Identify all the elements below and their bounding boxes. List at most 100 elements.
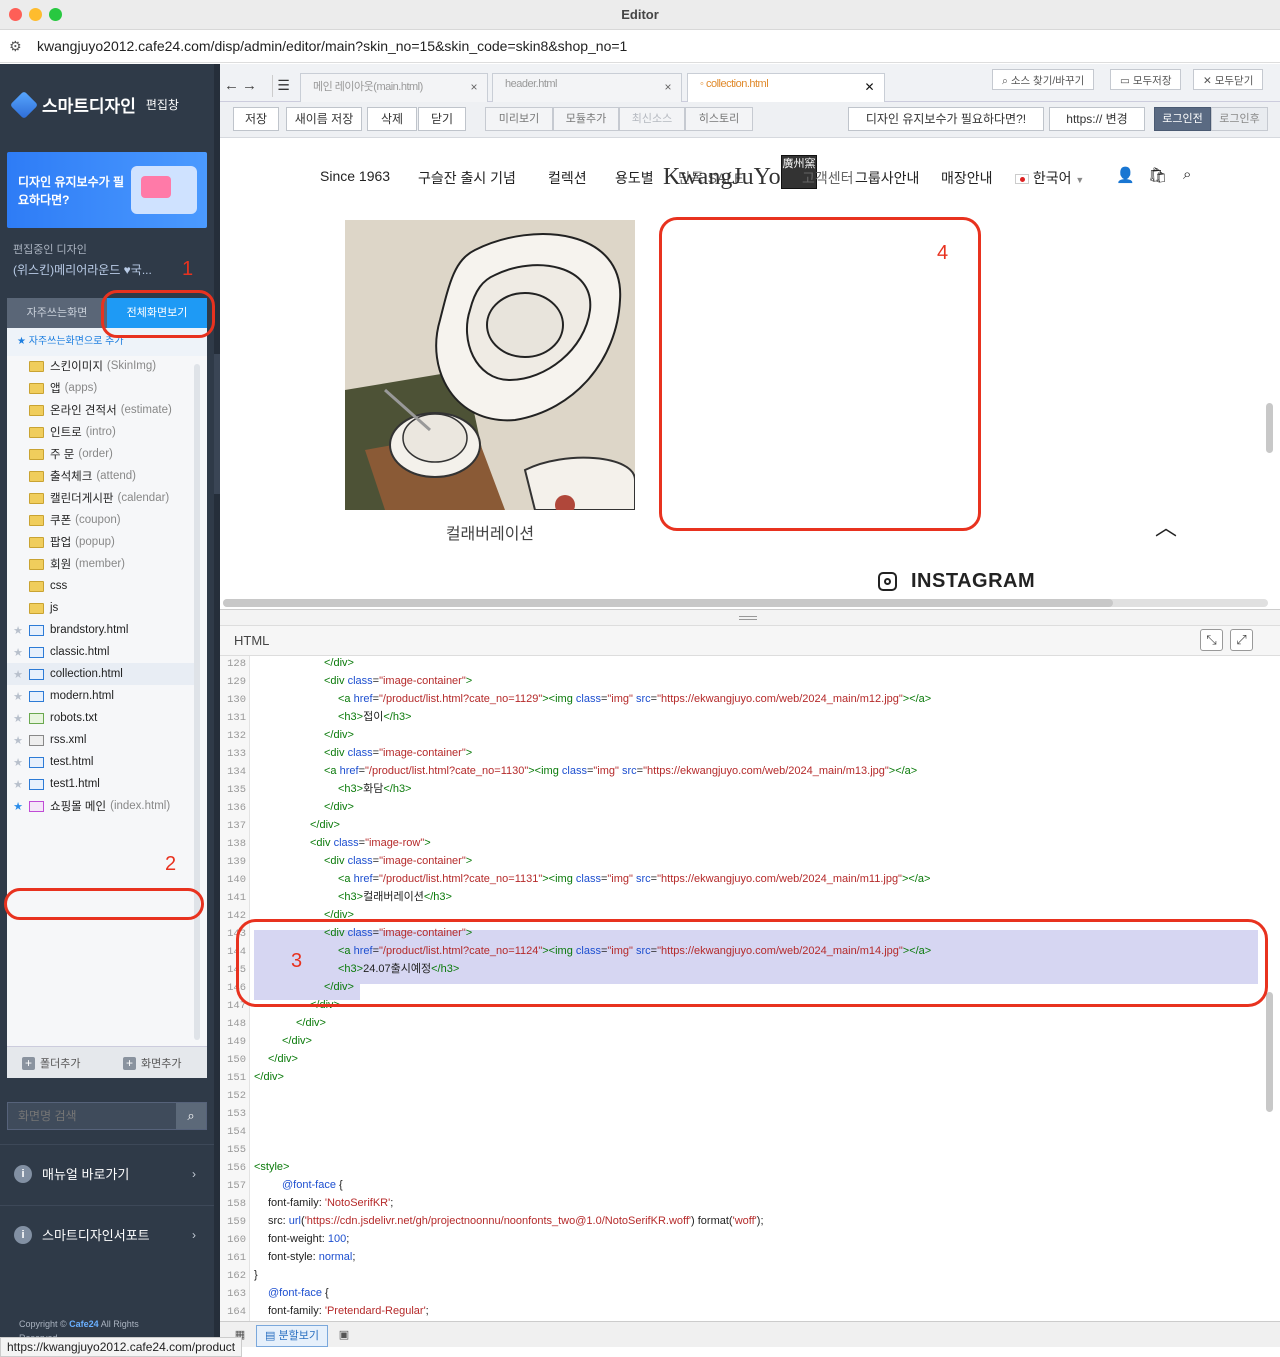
- file-item[interactable]: ★ classic.html: [7, 641, 197, 663]
- folder-item[interactable]: ★캘린더게시판(calendar): [7, 487, 197, 509]
- code-line[interactable]: <div class="image-container">: [324, 672, 472, 690]
- https-change-button[interactable]: https:// 변경: [1049, 107, 1145, 131]
- code-line[interactable]: </div>: [282, 1032, 312, 1050]
- code-line[interactable]: <h3>접이</h3>: [338, 708, 411, 726]
- folder-item[interactable]: ★스킨이미지(SkinImg): [7, 356, 197, 377]
- address-bar[interactable]: ⚙ kwangjuyo2012.cafe24.com/disp/admin/ed…: [0, 30, 1280, 63]
- code-line[interactable]: <style>: [254, 1158, 289, 1176]
- folder-item[interactable]: ★회원(member): [7, 553, 197, 575]
- star-icon[interactable]: ★: [7, 778, 29, 791]
- pane-splitter[interactable]: [220, 610, 1280, 626]
- preview-horizontal-scrollbar[interactable]: [223, 599, 1268, 607]
- file-item[interactable]: ★ test.html: [7, 751, 197, 773]
- nav-collection[interactable]: 컬렉션: [548, 168, 587, 188]
- screen-search-input[interactable]: [8, 1103, 178, 1129]
- collaboration-product-image[interactable]: [345, 220, 635, 510]
- code-line[interactable]: </div>: [324, 798, 354, 816]
- code-line[interactable]: font-style: normal;: [268, 1248, 355, 1266]
- file-item[interactable]: ★ robots.txt: [7, 707, 197, 729]
- file-item[interactable]: ★ modern.html: [7, 685, 197, 707]
- file-item[interactable]: ★ 쇼핑몰 메인 (index.html): [7, 795, 197, 817]
- close-icon[interactable]: ×: [470, 80, 477, 94]
- preview-button[interactable]: 미리보기: [485, 107, 553, 131]
- code-only-view-icon[interactable]: ▣: [334, 1325, 354, 1347]
- code-line[interactable]: font-family: 'NotoSerifKR';: [268, 1194, 393, 1212]
- file-item[interactable]: ★ rss.xml: [7, 729, 197, 751]
- history-button[interactable]: 히스토리: [685, 107, 753, 131]
- preview-scroll-thumb[interactable]: [223, 599, 1113, 607]
- latest-source-button[interactable]: 최신소스: [619, 107, 685, 131]
- before-login-toggle[interactable]: 로그인전: [1154, 107, 1211, 131]
- code-line[interactable]: }: [254, 1266, 258, 1284]
- code-line[interactable]: <h3>컬래버레이션</h3>: [338, 888, 452, 906]
- nav-beads-cup[interactable]: 구슬잔 출시 기념: [418, 168, 516, 188]
- code-line[interactable]: <a href="/product/list.html?cate_no=1129…: [338, 690, 931, 708]
- search-button[interactable]: ⌕: [176, 1103, 206, 1129]
- nav-since-1963[interactable]: Since 1963: [320, 168, 390, 184]
- star-icon[interactable]: ★: [7, 690, 29, 703]
- folder-item[interactable]: ★인트로(intro): [7, 421, 197, 443]
- code-line[interactable]: font-weight: 100;: [268, 1230, 349, 1248]
- file-item[interactable]: ★ collection.html: [7, 663, 197, 685]
- folder-item[interactable]: ★앱(apps): [7, 377, 197, 399]
- maintenance-banner[interactable]: 디자인 유지보수가 필요하다면?: [7, 152, 207, 228]
- star-icon[interactable]: ★: [7, 756, 29, 769]
- expand-editor-icon[interactable]: ⤢: [1230, 629, 1253, 651]
- folder-item[interactable]: ★쿠폰(coupon): [7, 509, 197, 531]
- close-icon[interactable]: ✕: [864, 80, 874, 94]
- folder-item[interactable]: ★팝업(popup): [7, 531, 197, 553]
- code-line[interactable]: </div>: [268, 1050, 298, 1068]
- split-view-button[interactable]: ▤ 분할보기: [256, 1325, 328, 1347]
- code-line[interactable]: </div>: [324, 726, 354, 744]
- code-line[interactable]: <div class="image-row">: [310, 834, 431, 852]
- back-arrow-icon[interactable]: ←: [224, 77, 239, 94]
- find-replace-button[interactable]: ⌕ 소스 찾기/바꾸기: [992, 69, 1095, 90]
- nav-by-use[interactable]: 용도별: [615, 168, 654, 188]
- site-settings-icon[interactable]: ⚙: [9, 38, 22, 55]
- code-line[interactable]: @font-face {: [268, 1284, 329, 1302]
- save-as-button[interactable]: 새이름 저장: [286, 107, 362, 131]
- tab-list-icon[interactable]: ☰: [272, 75, 294, 97]
- code-line[interactable]: <div class="image-container">: [324, 852, 472, 870]
- save-all-button[interactable]: ▭ 모두저장: [1110, 69, 1182, 90]
- tab-main-layout[interactable]: 메인 레이아웃(main.html) ×: [300, 73, 488, 102]
- tab-collection[interactable]: ◦ collection.html ✕: [687, 73, 885, 102]
- address-url[interactable]: kwangjuyo2012.cafe24.com/disp/admin/edit…: [37, 38, 627, 54]
- file-tree-scrollbar[interactable]: [194, 364, 200, 1040]
- maintenance-button[interactable]: 디자인 유지보수가 필요하다면?!: [848, 107, 1044, 131]
- file-item[interactable]: ★ test1.html: [7, 773, 197, 795]
- folder-item[interactable]: ★css: [7, 575, 197, 597]
- nav-store-info[interactable]: 매장안내: [941, 168, 993, 188]
- add-module-button[interactable]: 모듈추가: [553, 107, 619, 131]
- language-selector[interactable]: 한국어 ▼: [1015, 168, 1084, 188]
- editing-design-name[interactable]: (위스킨)메리어라운드 ♥국...: [13, 261, 152, 278]
- after-login-toggle[interactable]: 로그인후: [1211, 107, 1268, 131]
- preview-vertical-scrollbar[interactable]: [1266, 403, 1273, 453]
- shop-logo[interactable]: KwangJuYo: [663, 164, 781, 191]
- code-line[interactable]: <a href="/product/list.html?cate_no=1131…: [338, 870, 930, 888]
- collapse-editor-icon[interactable]: ⤡: [1200, 629, 1223, 651]
- tab-header[interactable]: header.html ×: [492, 73, 682, 102]
- close-button[interactable]: 닫기: [418, 107, 466, 131]
- splitter-grip-icon[interactable]: [739, 616, 757, 620]
- manual-shortcut[interactable]: i 매뉴얼 바로가기 ›: [0, 1144, 214, 1202]
- code-line[interactable]: src: url('https://cdn.jsdelivr.net/gh/pr…: [268, 1212, 764, 1230]
- star-icon[interactable]: ★: [7, 734, 29, 747]
- close-icon[interactable]: ×: [664, 80, 671, 94]
- code-line[interactable]: font-family: 'Pretendard-Regular';: [268, 1302, 429, 1320]
- code-line[interactable]: @font-face {: [282, 1176, 343, 1194]
- file-item[interactable]: ★ brandstory.html: [7, 619, 197, 641]
- save-button[interactable]: 저장: [233, 107, 279, 131]
- star-icon[interactable]: ★: [7, 712, 29, 725]
- user-icon[interactable]: 👤: [1116, 166, 1135, 184]
- close-all-button[interactable]: ✕ 모두닫기: [1193, 69, 1264, 90]
- code-vertical-scrollbar[interactable]: [1266, 992, 1273, 1112]
- code-line[interactable]: </div>: [254, 1068, 284, 1086]
- nav-group-info[interactable]: 그룹사안내: [855, 168, 919, 188]
- code-line[interactable]: <a href="/product/list.html?cate_no=1130…: [324, 762, 917, 780]
- code-line[interactable]: </div>: [310, 816, 340, 834]
- folder-item[interactable]: ★출석체크(attend): [7, 465, 197, 487]
- tab-frequent-screens[interactable]: 자주쓰는화면: [7, 298, 107, 328]
- folder-item[interactable]: ★주 문(order): [7, 443, 197, 465]
- forward-arrow-icon[interactable]: →: [242, 77, 257, 94]
